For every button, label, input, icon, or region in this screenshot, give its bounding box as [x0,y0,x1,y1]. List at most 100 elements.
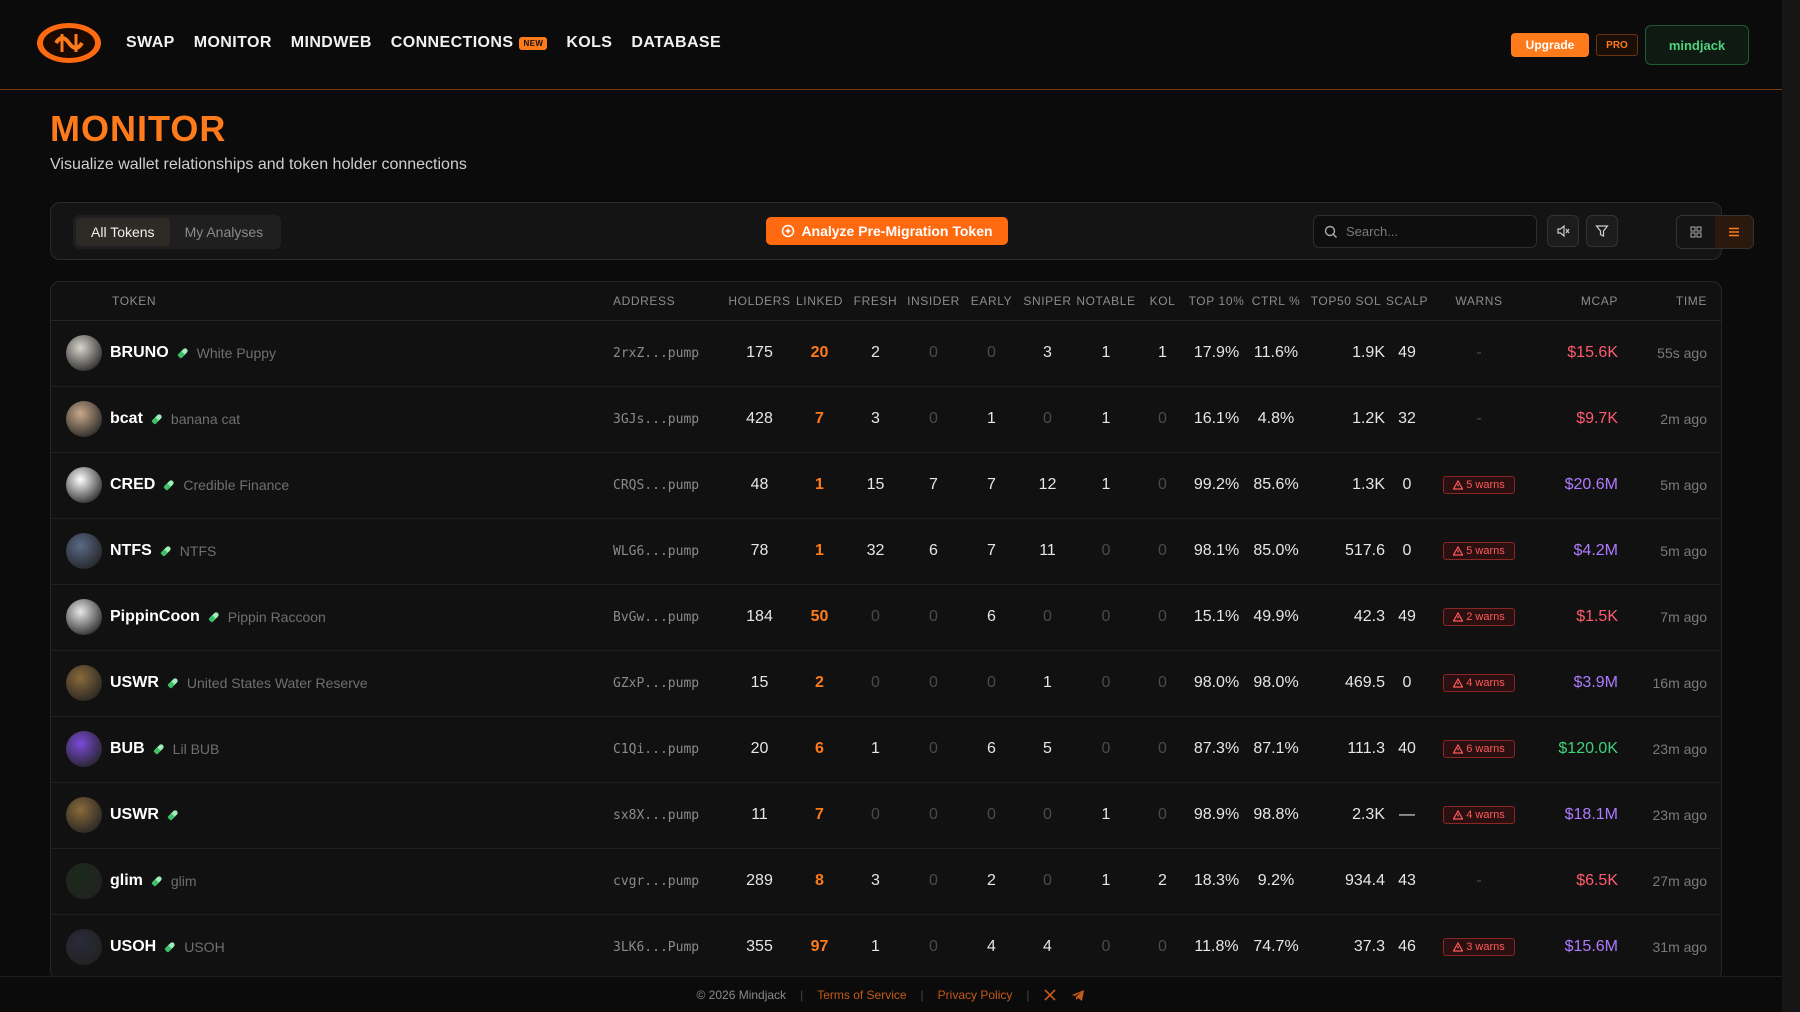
cell-mcap: $3.9M [1573,674,1618,691]
column-header-kol[interactable]: KOL [1137,282,1188,321]
column-header-notable[interactable]: NOTABLE [1075,282,1137,321]
cell-time: 31m ago [1652,939,1707,955]
warns-badge[interactable]: 5 warns [1443,541,1515,560]
warns-badge[interactable]: 4 warns [1443,805,1515,824]
tab-all-tokens[interactable]: All Tokens [76,218,170,246]
cell-token[interactable]: CRED Credible Finance [51,452,613,518]
terms-link[interactable]: Terms of Service [817,988,906,1002]
token-address[interactable]: cvgr...pump [613,874,699,889]
table-row[interactable]: NTFS NTFS WLG6...pump 78 1 32 6 7 11 0 0 98.1% 85.0%… [51,518,1721,584]
table-row[interactable]: CRED Credible Finance CRQS...pump 48 1 15 7 7 12… [51,452,1721,518]
column-header-time[interactable]: TIME [1626,282,1721,321]
token-address[interactable]: sx8X...pump [613,808,699,823]
table-row[interactable]: BRUNO White Puppy 2rxZ...pump 175 20 2 0 0 3 1 1 17… [51,320,1721,386]
column-header-early[interactable]: EARLY [963,282,1020,321]
column-header-warns[interactable]: WARNS [1429,282,1529,321]
warns-badge[interactable]: 3 warns [1443,937,1515,956]
warns-badge[interactable]: 5 warns [1443,475,1515,494]
token-address[interactable]: 3GJs...pump [613,412,699,427]
warns-badge[interactable]: 6 warns [1443,739,1515,758]
column-header-scalp[interactable]: SCALP [1385,282,1429,321]
table-row[interactable]: USOH USOH 3LK6...Pump 355 97 1 0 4 4 0 0 11.8% 74.7%… [51,914,1721,980]
cell-early: 0 [987,806,996,823]
cell-token[interactable]: BUB Lil BUB [51,716,613,782]
mute-button[interactable] [1547,215,1579,247]
column-header-fresh[interactable]: FRESH [847,282,904,321]
nav-database[interactable]: DATABASE [631,34,721,52]
cell-notable: 0 [1101,938,1111,955]
token-address[interactable]: 3LK6...Pump [613,940,699,955]
warns-label: 4 warns [1466,808,1505,821]
column-header-top50-sol[interactable]: TOP50 SOL [1307,282,1385,321]
token-symbol: CRED [110,476,156,493]
column-header-sniper[interactable]: SNIPER [1020,282,1075,321]
analyze-token-button[interactable]: Analyze Pre-Migration Token [766,217,1008,245]
upgrade-button[interactable]: Upgrade [1511,33,1589,57]
warns-badge[interactable]: 2 warns [1443,607,1515,626]
cell-token[interactable]: glim glim [51,848,613,914]
cell-mcap: $120.0K [1558,740,1618,757]
table-row[interactable]: USWR sx8X...pump 11 7 0 0 0 0 1 0 98.9% 98.8% 2.3K — 4… [51,782,1721,848]
cell-notable: 1 [1101,872,1111,889]
cell-notable: 0 [1101,674,1111,691]
cell-token[interactable]: USWR United States Water Reserve [51,650,613,716]
token-address[interactable]: CRQS...pump [613,478,699,493]
column-header-mcap[interactable]: MCAP [1529,282,1626,321]
search-input[interactable] [1346,224,1516,239]
token-address[interactable]: WLG6...pump [613,544,699,559]
cell-insider: 0 [929,740,938,757]
grid-view-button[interactable] [1677,216,1715,248]
cell-holders: 78 [750,542,769,559]
cell-mcap: $9.7K [1576,410,1618,427]
column-header-insider[interactable]: INSIDER [904,282,963,321]
cell-token[interactable]: USOH USOH [51,914,613,980]
telegram-icon[interactable] [1071,988,1085,1002]
table-row[interactable]: USWR United States Water Reserve GZxP...pu… [51,650,1721,716]
cell-scalp: 32 [1398,410,1416,427]
page-scrollbar[interactable] [1782,0,1800,1012]
column-header-ctrl[interactable]: CTRL % [1245,282,1307,321]
token-name: United States Water Reserve [186,675,368,691]
table-row[interactable]: PippinCoon Pippin Raccoon BvGw...pump 184 50… [51,584,1721,650]
column-header-top-10[interactable]: TOP 10% [1188,282,1245,321]
grid-icon [1690,226,1702,238]
table-row[interactable]: bcat banana cat 3GJs...pump 428 7 3 0 1 0 1 0 16.1%… [51,386,1721,452]
privacy-link[interactable]: Privacy Policy [938,988,1013,1002]
nav-kols[interactable]: KOLS [566,34,612,52]
filter-button[interactable] [1586,215,1618,247]
cell-time: 27m ago [1652,873,1707,889]
cell-token[interactable]: PippinCoon Pippin Raccoon [51,584,613,650]
cell-early: 4 [987,938,996,955]
token-info: USWR United States Water Reserve [51,665,613,701]
mindjack-logo[interactable] [34,18,104,68]
list-view-button[interactable] [1715,216,1753,248]
nav-connections[interactable]: CONNECTIONS NEW [391,34,548,52]
column-header-address[interactable]: ADDRESS [613,282,727,321]
x-twitter-icon[interactable] [1043,988,1057,1002]
cell-token[interactable]: NTFS NTFS [51,518,613,584]
table-row[interactable]: glim glim cvgr...pump 289 8 3 0 2 0 1 2 18.3% 9.2% 93… [51,848,1721,914]
nav-swap[interactable]: SWAP [126,34,175,52]
warns-badge[interactable]: 4 warns [1443,673,1515,692]
table-row[interactable]: BUB Lil BUB C1Qi...pump 20 6 1 0 6 5 0 0 87.3% 87.1%… [51,716,1721,782]
token-address[interactable]: 2rxZ...pump [613,346,699,361]
cell-kol: 0 [1158,542,1167,559]
cell-token[interactable]: BRUNO White Puppy [51,320,613,386]
nav-monitor[interactable]: MONITOR [194,34,272,52]
column-header-holders[interactable]: HOLDERS [727,282,792,321]
token-address[interactable]: GZxP...pump [613,676,699,691]
tab-my-analyses[interactable]: My Analyses [170,218,279,246]
nav-swap-label: SWAP [126,34,175,51]
column-header-linked[interactable]: LINKED [792,282,847,321]
token-address[interactable]: BvGw...pump [613,610,699,625]
cell-token[interactable]: bcat banana cat [51,386,613,452]
token-address[interactable]: C1Qi...pump [613,742,699,757]
cell-sniper: 4 [1043,938,1052,955]
cell-token[interactable]: USWR [51,782,613,848]
token-info: USOH USOH [51,929,613,965]
column-header-token[interactable]: TOKEN [51,282,613,321]
token-symbol: BUB [110,740,145,757]
no-warns: - [1476,410,1482,427]
user-account-button[interactable]: mindjack [1645,25,1749,65]
nav-mindweb[interactable]: MINDWEB [291,34,372,52]
